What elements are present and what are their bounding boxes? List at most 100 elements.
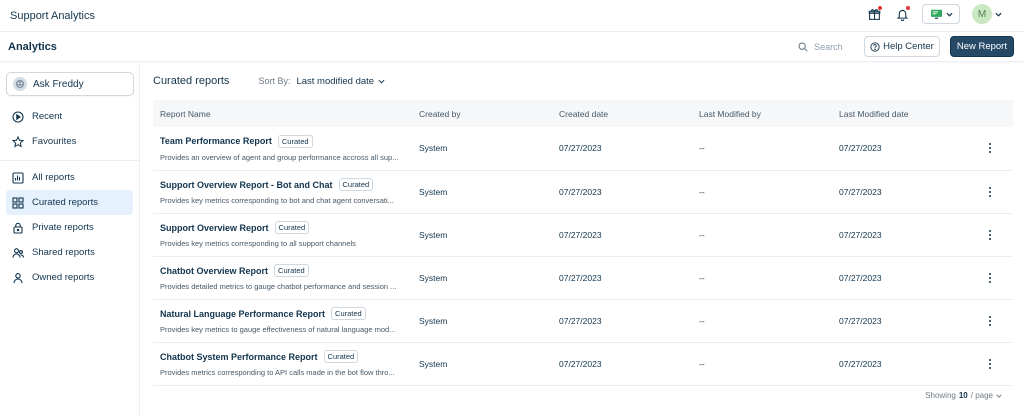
created-date-cell: 07/27/2023	[559, 315, 602, 326]
report-name-cell: Chatbot System Performance Report Curated…	[153, 342, 412, 385]
column-header[interactable]: Created by	[412, 100, 552, 127]
created-date-cell: 07/27/2023	[559, 186, 602, 197]
modified-by-cell: --	[699, 186, 705, 197]
report-name-link[interactable]: Chatbot Overview Report	[160, 266, 268, 276]
agent-status-dropdown[interactable]	[922, 4, 960, 24]
actions-cell	[972, 127, 1013, 170]
report-title-line: Support Overview Report Curated	[160, 221, 412, 234]
created-by-cell: System	[419, 315, 448, 326]
table-row[interactable]: Chatbot System Performance Report Curated…	[153, 342, 1013, 385]
actions-cell	[972, 299, 1013, 342]
notification-dot	[906, 6, 910, 10]
sidebar-item-label: Recent	[32, 111, 63, 122]
curated-badge: Curated	[277, 134, 313, 148]
table-row[interactable]: Chatbot Overview Report Curated Provides d…	[153, 256, 1013, 299]
chevron-down-icon	[996, 394, 1002, 398]
more-options-icon[interactable]	[981, 269, 999, 287]
more-options-icon[interactable]	[981, 183, 999, 201]
chart-icon	[12, 171, 24, 184]
created-by-cell: System	[419, 186, 448, 197]
report-description: Provides metrics corresponding to API ca…	[160, 368, 395, 377]
report-title-line: Team Performance Report Curated	[160, 134, 412, 148]
column-header[interactable]: Report Name	[153, 100, 412, 127]
pagination-prefix: Showing	[925, 391, 956, 400]
top-bar: Support Analytics M	[0, 0, 1024, 32]
report-name-link[interactable]: Chatbot System Performance Report	[160, 352, 318, 362]
report-description: Provides key metrics corresponding to bo…	[160, 196, 394, 205]
report-name-cell: Team Performance Report Curated Provides a…	[153, 127, 412, 170]
lock-icon	[13, 222, 23, 234]
column-header[interactable]: Last Modified by	[692, 100, 832, 127]
table-row[interactable]: Support Overview Report Curated Provides k…	[153, 213, 1013, 256]
column-header-actions	[972, 100, 1013, 127]
sidebar-item-label: Curated reports	[32, 197, 99, 208]
table-row[interactable]: Natural Language Performance Report Curat…	[153, 299, 1013, 342]
sidebar-item-label: All reports	[32, 172, 75, 183]
ask-freddy-label: Ask Freddy	[33, 78, 84, 90]
more-options-icon[interactable]	[981, 355, 999, 373]
sidebar-item-curated-reports[interactable]: Curated reports	[6, 190, 133, 215]
sidebar-item-private-reports[interactable]: Private reports	[6, 215, 133, 240]
report-description: Provides key metrics corresponding to al…	[160, 239, 356, 248]
main-content: Curated reports Sort By: Last modified d…	[153, 62, 1013, 386]
column-header[interactable]: Created date	[552, 100, 692, 127]
actions-cell	[972, 170, 1013, 213]
search-input[interactable]: Search	[798, 42, 852, 52]
modified-date-cell: 07/27/2023	[839, 186, 882, 197]
report-description: Provides key metrics to gauge effectiven…	[160, 325, 396, 334]
notification-dot	[878, 6, 882, 10]
sidebar-item-favourites[interactable]: Favourites	[6, 129, 133, 154]
report-name-link[interactable]: Natural Language Performance Report	[160, 309, 325, 319]
actions-cell	[972, 342, 1013, 385]
more-options-icon[interactable]	[981, 226, 999, 244]
user-icon	[13, 272, 23, 283]
more-options-icon[interactable]	[981, 312, 999, 330]
sidebar-item-all-reports[interactable]: All reports	[6, 165, 133, 190]
pagination[interactable]: Showing 10 / page	[925, 391, 1002, 400]
reports-toolbar: Curated reports Sort By: Last modified d…	[153, 62, 1013, 100]
report-name-link[interactable]: Support Overview Report - Bot and Chat	[160, 180, 333, 190]
grid-icon	[12, 196, 24, 209]
sidebar-item-shared-reports[interactable]: Shared reports	[6, 240, 133, 265]
more-options-icon[interactable]	[981, 139, 999, 157]
ask-freddy-button[interactable]: Ask Freddy	[6, 72, 134, 96]
sidebar-divider	[0, 160, 139, 161]
help-center-button[interactable]: Help Center	[864, 36, 940, 57]
sidebar-item-owned-reports[interactable]: Owned reports	[6, 265, 133, 290]
modified-date-cell: 07/27/2023	[839, 358, 882, 369]
created-date-cell: 07/27/2023	[559, 229, 602, 240]
modified-by-cell: --	[699, 143, 705, 154]
created-by-cell: System	[419, 358, 448, 369]
modified-by-cell: --	[699, 315, 705, 326]
created-date-cell: 07/27/2023	[559, 358, 602, 369]
sidebar: Ask Freddy Recent Favourites All reports…	[0, 62, 140, 417]
modified-by-cell: --	[699, 358, 705, 369]
report-description: Provides detailed metrics to gauge chatb…	[160, 282, 397, 291]
sidebar-item-label: Shared reports	[32, 247, 95, 258]
profile-menu[interactable]: M	[972, 4, 1002, 24]
help-center-label: Help Center	[883, 41, 934, 52]
sort-label: Sort By:	[258, 76, 291, 86]
report-name-cell: Support Overview Report Curated Provides k…	[153, 213, 412, 256]
report-name-cell: Support Overview Report - Bot and Chat Cu…	[153, 170, 412, 213]
help-icon	[870, 41, 880, 52]
star-icon	[12, 135, 24, 148]
chevron-down-icon	[378, 79, 385, 84]
column-header[interactable]: Last Modified date	[832, 100, 972, 127]
curated-badge: Curated	[323, 350, 359, 363]
report-name-link[interactable]: Team Performance Report	[160, 136, 272, 146]
new-report-button[interactable]: New Report	[949, 36, 1014, 57]
modified-date-cell: 07/27/2023	[839, 143, 882, 154]
report-name-cell: Chatbot Overview Report Curated Provides d…	[153, 256, 412, 299]
sidebar-item-recent[interactable]: Recent	[6, 104, 133, 129]
table-row[interactable]: Support Overview Report - Bot and Chat Cu…	[153, 170, 1013, 213]
report-name-link[interactable]: Support Overview Report	[160, 223, 269, 233]
users-icon	[12, 247, 24, 258]
top-bar-actions: M	[866, 4, 1002, 24]
actions-cell	[972, 213, 1013, 256]
bell-icon[interactable]	[894, 6, 910, 22]
gift-icon[interactable]	[866, 6, 882, 22]
sort-dropdown[interactable]: Last modified date	[296, 76, 385, 87]
table-row[interactable]: Team Performance Report Curated Provides a…	[153, 127, 1013, 170]
app-title: Support Analytics	[10, 9, 95, 22]
